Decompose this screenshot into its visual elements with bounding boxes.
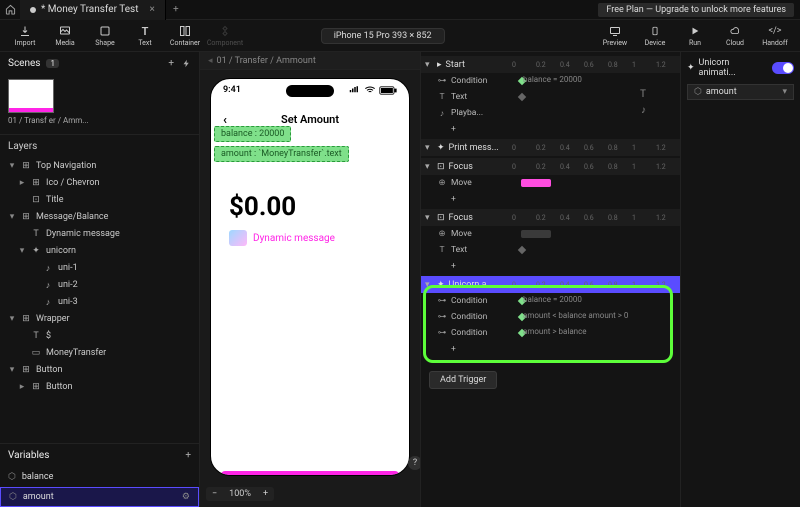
layer-row[interactable]: ▾⊞Button [0, 362, 199, 379]
device-button[interactable]: Device [636, 22, 674, 50]
dynamic-message-text: Dynamic message [253, 233, 335, 244]
document-tab[interactable]: * Money Transfer Test × [20, 0, 166, 20]
add-trigger-button[interactable]: Add Trigger [429, 371, 497, 389]
timeline-group-header[interactable]: ▾▸Start00.20.40.60.811.2 [421, 56, 680, 73]
layer-row[interactable]: ♪uni-1 [0, 260, 199, 277]
timeline-row[interactable]: ⊶Conditionamount > balance [421, 325, 680, 341]
cloud-button[interactable]: Cloud [716, 22, 754, 50]
overlay-pill-amount[interactable]: amount : `MoneyTransfer`.text [214, 146, 349, 162]
bolt-icon[interactable] [182, 58, 191, 69]
layer-row[interactable]: ▾⊞Message/Balance [0, 209, 199, 226]
timeline-row[interactable]: + [421, 341, 680, 357]
layer-row[interactable]: ♪uni-3 [0, 294, 199, 311]
breadcrumb[interactable]: ◂01 / Transfer / Ammount [200, 52, 420, 70]
unicorn-icon [229, 230, 247, 246]
timeline-row[interactable]: TTextT [421, 89, 680, 105]
timeline-panel: ▾▸Start00.20.40.60.811.2⊶Conditionbalanc… [420, 52, 680, 507]
scenes-count-badge: 1 [46, 59, 59, 68]
scenes-header: Scenes 1 + [0, 52, 199, 75]
variable-row-amount[interactable]: ⬡amount⚙ [0, 487, 199, 507]
timeline-group-header[interactable]: ▾✦Print mess...00.20.40.60.811.2 [421, 139, 680, 156]
inspector-header: ✦ Unicorn animati... [687, 58, 794, 78]
canvas-area[interactable]: ◂01 / Transfer / Ammount 9:41 ‹ Set Amou… [200, 52, 420, 507]
inspector-title: Unicorn animati... [699, 58, 769, 78]
layer-row[interactable]: TDynamic message [0, 226, 199, 243]
layer-row[interactable]: ▾✦unicorn [0, 243, 199, 260]
sparkle-icon: ✦ [687, 63, 695, 73]
timeline-row[interactable]: TText [421, 242, 680, 258]
import-button[interactable]: Import [6, 22, 44, 50]
timeline-row[interactable]: + [421, 121, 680, 137]
variables-header: Variables + [0, 444, 199, 467]
chevron-down-icon: ▾ [782, 87, 787, 97]
notch [286, 85, 334, 97]
zoom-in-button[interactable]: + [257, 487, 274, 501]
text-button[interactable]: TText [126, 22, 164, 50]
screen-title-row: ‹ Set Amount [211, 113, 409, 126]
layer-row[interactable]: ▾⊞Wrapper [0, 311, 199, 328]
home-icon[interactable] [0, 4, 20, 15]
inspector-panel: ✦ Unicorn animati... ⬡ amount ▾ [680, 52, 800, 507]
timeline-row[interactable]: + [421, 258, 680, 274]
overlay-pill-balance[interactable]: balance : 20000 [214, 126, 291, 142]
timeline-row[interactable]: ♪Playba...♪ [421, 105, 680, 121]
layer-row[interactable]: ▸⊞Ico / Chevron [0, 175, 199, 192]
scene-thumbnail[interactable] [8, 79, 54, 113]
left-panel: Scenes 1 + 01 / Transf er / Amm... Layer… [0, 52, 200, 507]
container-button[interactable]: Container [166, 22, 204, 50]
shape-button[interactable]: Shape [86, 22, 124, 50]
unsaved-dot-icon [30, 7, 36, 13]
layers-header: Layers [0, 134, 199, 158]
layer-row[interactable]: T$ [0, 328, 199, 345]
layer-row[interactable]: ▾⊞Top Navigation [0, 158, 199, 175]
amount-display: $0.00 [229, 192, 409, 222]
timeline-row[interactable]: ⊶Conditionbalance = 20000 [421, 293, 680, 309]
window-tabbar: * Money Transfer Test × + Free Plan — Up… [0, 0, 800, 20]
layer-row[interactable]: ⊡Title [0, 192, 199, 209]
timeline-row[interactable]: ⊕Move [421, 175, 680, 191]
tab-title: * Money Transfer Test [41, 4, 138, 15]
layer-row[interactable]: ♪uni-2 [0, 277, 199, 294]
gear-icon[interactable]: ⚙ [182, 492, 190, 502]
add-tab-button[interactable]: + [166, 4, 186, 15]
timeline-row[interactable]: ⊶Conditionbalance = 20000 [421, 73, 680, 89]
layer-tree: ▾⊞Top Navigation ▸⊞Ico / Chevron ⊡Title … [0, 158, 199, 396]
add-scene-icon[interactable]: + [168, 58, 174, 69]
media-button[interactable]: Media [46, 22, 84, 50]
main-toolbar: Import Media Shape TText Container Compo… [0, 20, 800, 52]
upgrade-banner[interactable]: Free Plan — Upgrade to unlock more featu… [598, 3, 794, 17]
device-selector[interactable]: iPhone 15 Pro 393 × 852 [321, 28, 445, 44]
inspector-variable-selector[interactable]: ⬡ amount ▾ [687, 84, 794, 100]
timeline-row[interactable]: + [421, 191, 680, 207]
enable-toggle[interactable] [772, 62, 794, 74]
zoom-value: 100% [223, 487, 257, 501]
variable-row-balance[interactable]: ⬡balance [0, 467, 199, 487]
variable-icon: ⬡ [694, 87, 702, 97]
zoom-control[interactable]: − 100% + [206, 487, 274, 501]
layer-row[interactable]: ▭MoneyTransfer [0, 345, 199, 362]
close-icon[interactable]: × [149, 4, 154, 15]
handoff-button[interactable]: </>Handoff [756, 22, 794, 50]
variable-icon: ⬡ [9, 492, 17, 502]
status-time: 9:41 [223, 85, 241, 95]
screen-title: Set Amount [281, 113, 339, 126]
dynamic-message-row: Dynamic message [229, 230, 409, 246]
variable-icon: ⬡ [8, 472, 16, 482]
component-button: Component [206, 22, 244, 50]
bottom-button-bar[interactable] [221, 471, 399, 476]
timeline-group-header[interactable]: ▾⊡Focus00.20.40.60.811.2 [421, 209, 680, 226]
run-button[interactable]: Run [676, 22, 714, 50]
add-variable-icon[interactable]: + [185, 450, 191, 461]
timeline-row[interactable]: ⊕Move [421, 226, 680, 242]
zoom-out-button[interactable]: − [206, 487, 223, 501]
timeline-group-header[interactable]: ▾✦Unicorn a...00.20.40.60.811.2 [421, 276, 680, 293]
status-icons [349, 86, 397, 95]
preview-button[interactable]: Preview [596, 22, 634, 50]
layer-row[interactable]: ▸⊞Button [0, 379, 199, 396]
timeline-group-header[interactable]: ▾⊡Focus00.20.40.60.811.2 [421, 158, 680, 175]
scene-thumbnail-label: 01 / Transf er / Amm... [8, 116, 191, 126]
variables-section: Variables + ⬡balance ⬡amount⚙ [0, 443, 199, 507]
timeline-row[interactable]: ⊶Conditionamount < balance amount > 0 [421, 309, 680, 325]
